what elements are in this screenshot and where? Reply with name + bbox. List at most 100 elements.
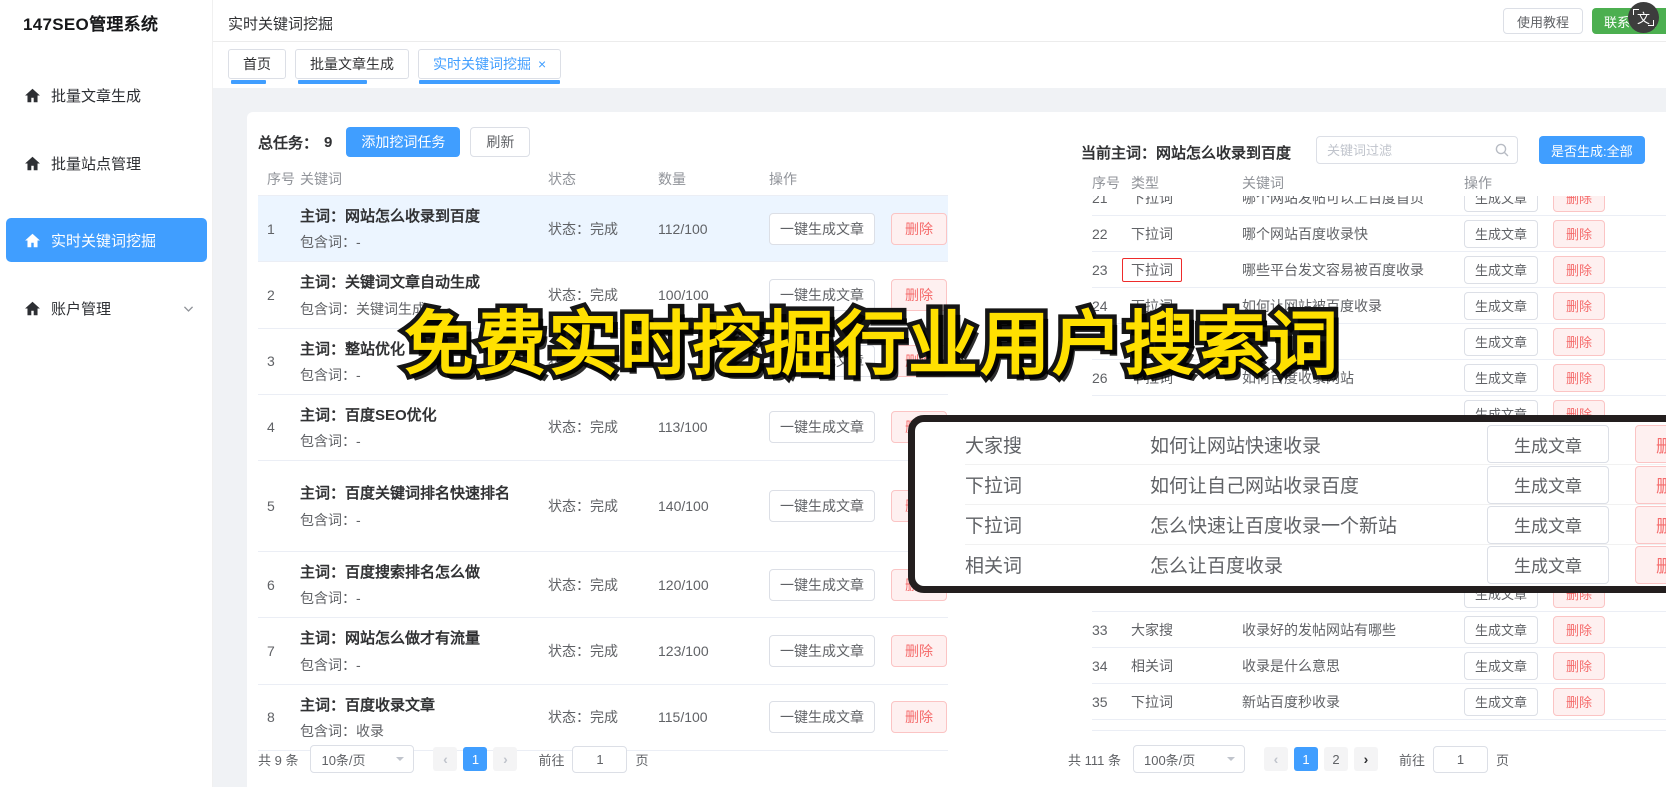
col-status: 状态: [548, 170, 576, 187]
sidebar: 147SEO管理系统 批量文章生成批量站点管理 实时关键词挖掘 账户管理: [0, 0, 213, 787]
generate-article-button[interactable]: 生成文章: [1487, 465, 1609, 504]
generate-article-button[interactable]: 一键生成文章: [769, 634, 875, 667]
sidebar-item-1[interactable]: 批量文章生成: [0, 75, 213, 115]
magnifier-row: 相关词 怎么让百度收录 生成文章删除: [965, 544, 1666, 584]
keyword-row-ops: 生成文章删除: [1487, 545, 1666, 584]
generate-article-button[interactable]: 生成文章: [1464, 651, 1539, 680]
generate-article-button[interactable]: 生成文章: [1464, 255, 1539, 284]
tab-1[interactable]: 首页: [228, 49, 286, 84]
delete-button[interactable]: 删除: [1635, 425, 1666, 463]
goto-page-input[interactable]: [1433, 745, 1488, 773]
keyword-row-no: 21: [1092, 196, 1108, 206]
add-task-button[interactable]: 添加挖词任务: [346, 127, 461, 157]
prev-page-button[interactable]: ‹: [1263, 747, 1288, 771]
goto-page-input[interactable]: [572, 745, 628, 773]
task-main-word: 主词：网站怎么做才有流量: [300, 630, 481, 648]
task-row-status: 状态：完成: [548, 419, 618, 436]
tab-3[interactable]: 实时关键词挖掘 ×: [418, 49, 562, 84]
delete-button[interactable]: 删除: [1635, 505, 1666, 544]
generate-article-button[interactable]: 生成文章: [1487, 505, 1609, 544]
delete-button[interactable]: 删除: [1635, 545, 1666, 584]
delete-button[interactable]: 删除: [891, 634, 947, 667]
translate-badge-icon[interactable]: 文: [1628, 2, 1659, 33]
generate-article-button[interactable]: 一键生成文章: [769, 212, 875, 245]
delete-button[interactable]: 删除: [1553, 615, 1606, 644]
keyword-filter-input[interactable]: [1316, 136, 1518, 164]
page-size-select[interactable]: 100条/页: [1132, 745, 1245, 773]
sidebar-item-4[interactable]: 账户管理: [0, 288, 213, 328]
generate-article-button[interactable]: 生成文章: [1487, 545, 1609, 584]
task-main-word: 主词：百度SEO优化: [300, 406, 437, 424]
task-row-keyword: 主词：百度SEO优化 包含词：-: [300, 395, 548, 460]
tutorial-button[interactable]: 使用教程: [1503, 8, 1584, 34]
delete-button[interactable]: 删除: [1635, 465, 1666, 504]
generate-article-button[interactable]: 一键生成文章: [769, 490, 875, 522]
generate-article-button[interactable]: 生成文章: [1487, 425, 1609, 463]
page-button-1[interactable]: 1: [1293, 747, 1318, 771]
generate-article-button[interactable]: 生成文章: [1464, 219, 1539, 248]
generate-article-button[interactable]: 生成文章: [1464, 687, 1539, 716]
page-button-2[interactable]: 2: [1323, 747, 1348, 771]
generate-article-button[interactable]: 一键生成文章: [769, 568, 875, 601]
sidebar-item-3[interactable]: 实时关键词挖掘: [6, 218, 207, 262]
keyword-row-ops: 生成文章删除: [1464, 255, 1666, 284]
generate-article-button[interactable]: 生成文章: [1464, 196, 1539, 212]
delete-button[interactable]: 删除: [891, 701, 947, 734]
app-logo: 147SEO管理系统: [23, 15, 159, 34]
generate-article-button[interactable]: 生成文章: [1464, 291, 1539, 320]
close-icon[interactable]: ×: [538, 56, 546, 72]
keyword-row-keyword: 哪些平台发文容易被百度收录: [1242, 261, 1424, 278]
page-size-select[interactable]: 10条/页: [310, 745, 415, 773]
sidebar-item-label: 账户管理: [51, 300, 112, 318]
next-page-button[interactable]: ›: [1353, 747, 1378, 771]
page-button-1[interactable]: 1: [463, 747, 488, 771]
delete-button[interactable]: 删除: [1553, 651, 1606, 680]
generate-all-button[interactable]: 是否生成:全部: [1539, 136, 1645, 164]
page-size-value: 10条/页: [321, 752, 366, 768]
tab-2[interactable]: 批量文章生成: [295, 49, 409, 84]
delete-button[interactable]: 删除: [891, 212, 947, 245]
task-row-no: 4: [267, 419, 275, 436]
keyword-row-type: 下拉词: [1131, 225, 1173, 242]
task-row-keyword: 主词：百度关键词排名快速排名 包含词：-: [300, 473, 548, 538]
keyword-row: 21 下拉词 哪个网站发帖可以上百度首页 生成文章 删除: [1092, 196, 1666, 216]
task-row-no: 3: [267, 353, 275, 370]
tab-label: 实时关键词挖掘: [433, 56, 531, 72]
keyword-row-ops: 生成文章删除: [1464, 687, 1666, 716]
keyword-row-ops: 生成文章删除: [1487, 505, 1666, 544]
task-include-word: 包含词：-: [300, 234, 361, 251]
delete-button[interactable]: 删除: [1553, 327, 1606, 356]
task-include-word: 包含词：-: [300, 656, 361, 673]
task-row: 1 主词：网站怎么收录到百度 包含词：- 状态：完成 112/100 一键生成文章 删除: [258, 196, 948, 263]
refresh-button[interactable]: 刷新: [470, 127, 531, 157]
generate-article-button[interactable]: 生成文章: [1464, 363, 1539, 392]
sidebar-item-label: 批量站点管理: [51, 155, 142, 173]
delete-button[interactable]: 删除: [1553, 363, 1606, 392]
keyword-row-no: 35: [1092, 693, 1108, 710]
prev-page-button[interactable]: ‹: [433, 747, 458, 771]
tab-bar: 首页 批量文章生成 实时关键词挖掘 ×: [213, 42, 1666, 88]
keyword-row-ops: 生成文章删除: [1487, 465, 1666, 504]
generate-article-button[interactable]: 一键生成文章: [769, 411, 875, 444]
generate-article-button[interactable]: 一键生成文章: [769, 701, 875, 734]
delete-button[interactable]: 删除: [1553, 219, 1606, 248]
delete-button[interactable]: 删除: [1553, 291, 1606, 320]
task-row-keyword: 主词：网站怎么做才有流量 包含词：-: [300, 618, 548, 683]
delete-button[interactable]: 删除: [1553, 687, 1606, 716]
keyword-row-type: 下拉词: [1131, 196, 1173, 206]
task-row-qty: 112/100: [658, 220, 708, 237]
delete-button[interactable]: 删除: [1553, 196, 1606, 212]
task-row-keyword: 主词：百度搜索排名怎么做 包含词：-: [300, 552, 548, 617]
generate-article-button[interactable]: 生成文章: [1464, 327, 1539, 356]
magnifier-callout: 大家搜如何让网站快速收录生成文章删除下拉词如何让自己网站收录百度生成文章删除下拉…: [908, 415, 1666, 593]
next-page-button[interactable]: ›: [493, 747, 518, 771]
generate-article-button[interactable]: 生成文章: [1464, 615, 1539, 644]
delete-button[interactable]: 删除: [1553, 255, 1606, 284]
keyword-row-keyword: 收录是什么意思: [1242, 657, 1340, 674]
tab-label: 批量文章生成: [310, 56, 394, 72]
task-row-qty: 113/100: [658, 419, 708, 436]
keyword-row-keyword: 如何让自己网站收录百度: [1150, 476, 1360, 497]
task-row-status: 状态：完成: [548, 498, 618, 514]
sidebar-item-2[interactable]: 批量站点管理: [0, 143, 213, 183]
sidebar-item-label: 实时关键词挖掘: [51, 232, 157, 250]
